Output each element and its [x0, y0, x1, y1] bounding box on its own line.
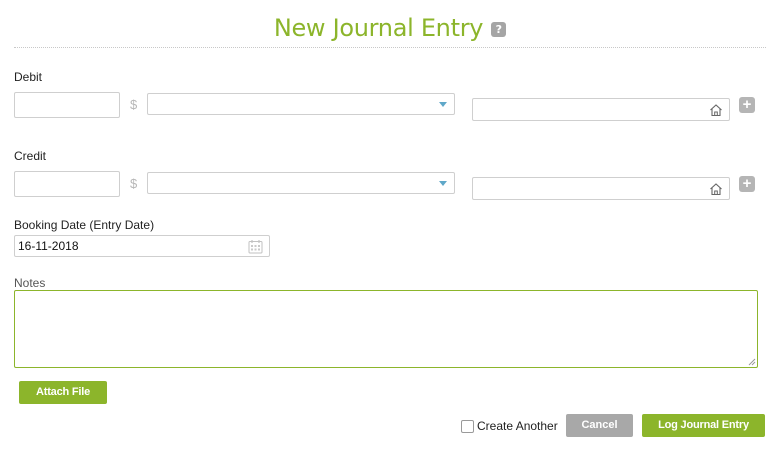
credit-location-field[interactable] [472, 177, 730, 200]
question-mark-icon[interactable]: ? [491, 22, 507, 37]
credit-amount-input[interactable] [14, 171, 120, 197]
chevron-down-icon [439, 102, 447, 107]
create-another-checkbox[interactable] [461, 420, 474, 433]
attach-file-button[interactable]: Attach File [19, 381, 107, 404]
booking-date-value: 16-11-2018 [18, 239, 79, 253]
resize-grip-icon[interactable] [747, 357, 756, 366]
page-title: New Journal Entry? [14, 14, 766, 42]
notes-label: Notes [14, 276, 46, 290]
calendar-icon[interactable] [248, 239, 263, 254]
create-another-label[interactable]: Create Another [477, 419, 558, 433]
debit-account-select[interactable] [147, 93, 455, 115]
debit-add-button[interactable]: + [739, 97, 755, 113]
home-icon [710, 183, 722, 196]
log-journal-entry-button[interactable]: Log Journal Entry [642, 414, 765, 437]
debit-currency-symbol: $ [130, 97, 138, 112]
credit-currency-symbol: $ [130, 176, 138, 191]
home-icon [710, 104, 722, 117]
page-header: New Journal Entry? [14, 0, 766, 48]
debit-location-field[interactable] [472, 98, 730, 121]
page-title-text: New Journal Entry [273, 14, 484, 42]
debit-label: Debit [14, 70, 43, 84]
credit-account-select[interactable] [147, 172, 455, 194]
credit-add-button[interactable]: + [739, 176, 755, 192]
notes-textarea[interactable] [14, 290, 758, 368]
credit-label: Credit [14, 149, 47, 163]
booking-date-label: Booking Date (Entry Date) [14, 218, 155, 232]
chevron-down-icon [439, 181, 447, 186]
cancel-button[interactable]: Cancel [566, 414, 633, 437]
booking-date-input[interactable]: 16-11-2018 [14, 235, 270, 257]
debit-amount-input[interactable] [14, 92, 120, 118]
